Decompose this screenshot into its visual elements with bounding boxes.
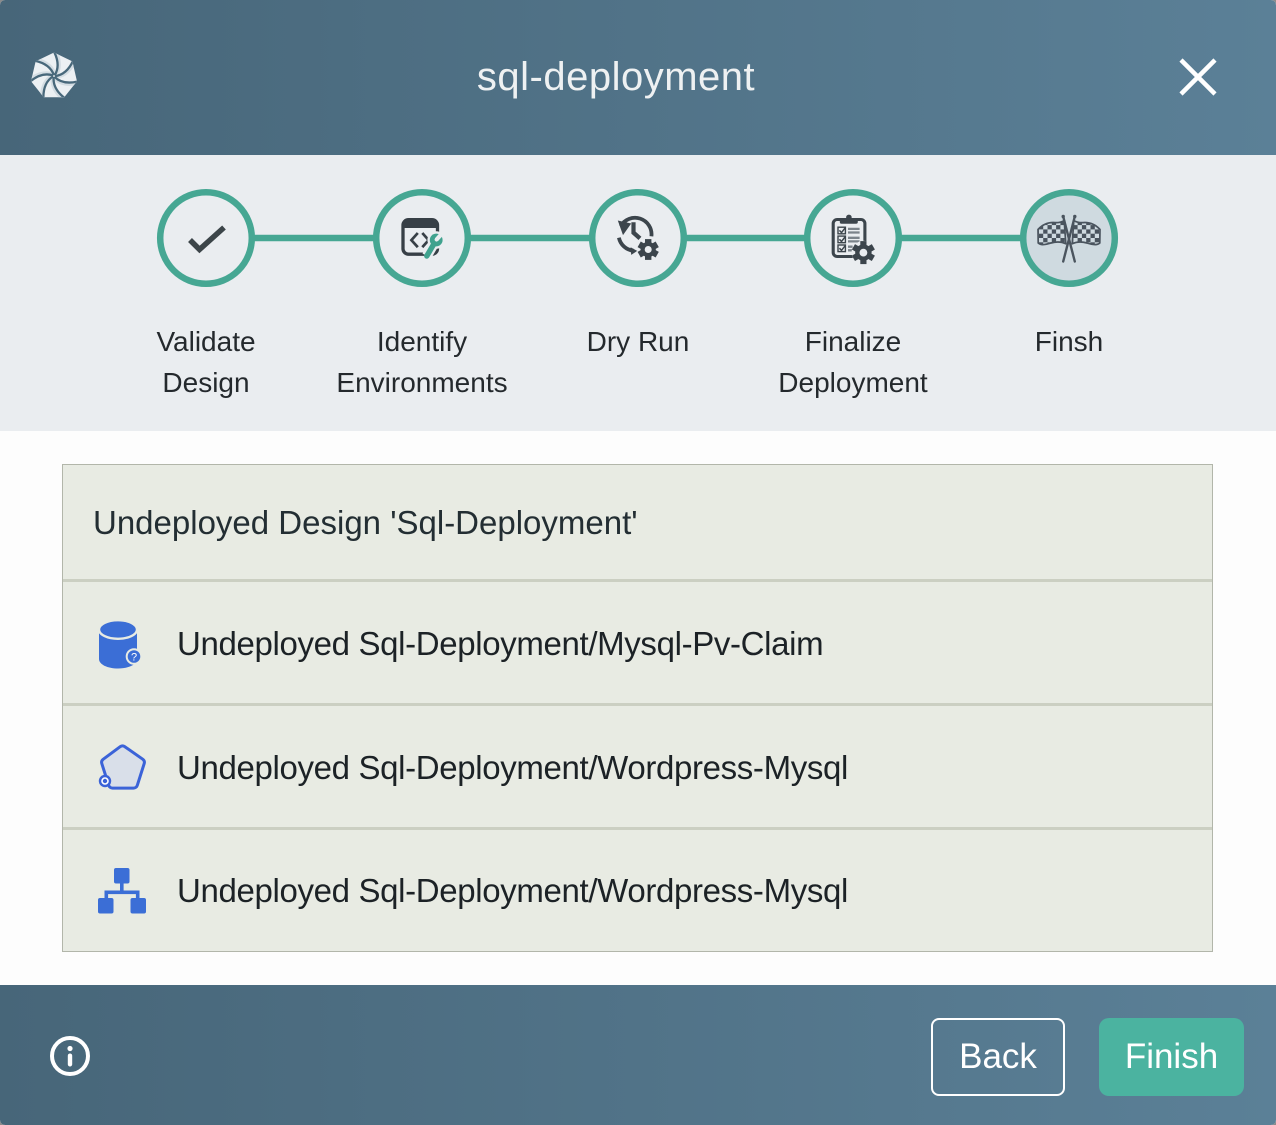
svg-text:?: ?: [131, 651, 137, 663]
